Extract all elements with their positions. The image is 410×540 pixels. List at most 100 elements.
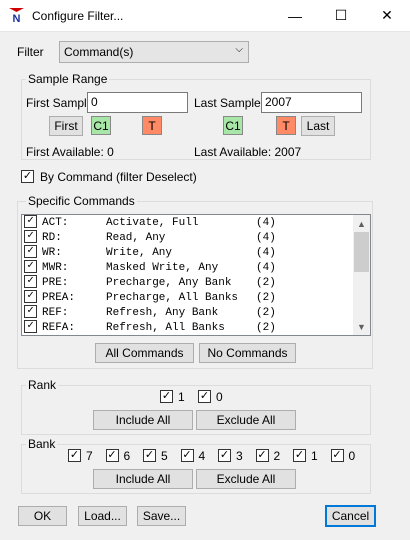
command-checkbox[interactable]: ✓ [24,290,37,303]
command-description: Refresh, All Banks [106,322,225,334]
command-description: Activate, Full [106,217,199,229]
list-item[interactable]: ✓ REF: Refresh, Any Bank (2) [24,305,276,321]
scroll-thumb[interactable] [354,232,369,272]
bank-4-checkbox[interactable]: ✓ [180,449,194,462]
load-button[interactable]: Load... [78,506,127,526]
last-sample-label: Last Sample [194,96,261,110]
first-sample-input[interactable]: 0 [87,92,188,113]
bank-3-label: 3 [236,449,243,463]
command-count: (4) [256,247,276,259]
command-code: PRE: [42,277,69,289]
bank-0-checkbox[interactable]: ✓ [330,449,344,462]
list-item[interactable]: ✓ RD: Read, Any (4) [24,230,276,246]
filter-label: Filter [17,45,44,59]
last-available-text: Last Available: 2007 [194,145,302,159]
filter-dropdown[interactable]: Command(s) ⌵ [59,41,249,63]
rank-0-label: 0 [216,390,223,404]
no-commands-button[interactable]: No Commands [199,343,296,363]
app-logo-icon: N [9,8,24,23]
first-button[interactable]: First [49,116,83,136]
list-item[interactable]: ✓ WR: Write, Any (4) [24,245,276,261]
first-sample-label: First Sample [26,96,94,110]
bank-2-label: 2 [273,449,281,463]
command-count: (4) [256,217,276,229]
command-checkbox[interactable]: ✓ [24,245,37,258]
command-checkbox[interactable]: ✓ [24,215,37,228]
maximize-icon[interactable]: ☐ [318,0,364,31]
bank-1-checkbox[interactable]: ✓ [293,449,306,462]
command-count: (2) [256,322,276,334]
ok-button[interactable]: OK [18,506,67,526]
rank-include-all-button[interactable]: Include All [93,410,193,430]
save-button[interactable]: Save... [137,506,186,526]
cancel-button[interactable]: Cancel [325,505,376,527]
filter-value: Command(s) [64,45,134,59]
last-t-button[interactable]: T [276,116,296,135]
command-count: (2) [256,292,276,304]
bank-6-label: 6 [123,449,131,463]
bank-exclude-all-button[interactable]: Exclude All [196,469,296,489]
bank-label: Bank [26,437,58,451]
bank-0-label: 0 [348,449,356,463]
window-title: Configure Filter... [32,9,124,23]
command-description: Refresh, Any Bank [106,307,219,319]
command-checkbox[interactable]: ✓ [24,305,37,318]
bank-6-checkbox[interactable]: ✓ [105,449,119,462]
rank-0-checkbox[interactable]: ✓ [198,390,211,403]
last-sample-input[interactable]: 2007 [261,92,362,113]
command-description: Write, Any [106,247,173,259]
scroll-up-icon[interactable]: ▲ [353,215,370,232]
minimize-icon[interactable]: — [272,0,318,31]
last-c1-button[interactable]: C1 [223,116,243,135]
command-code: REFA: [42,322,76,334]
first-t-button[interactable]: T [142,116,162,135]
command-list[interactable]: ✓ ACT: Activate, Full (4) ✓ RD: Read, Any (4) ✓ W… [21,214,371,336]
specific-commands-label: Specific Commands [26,194,137,208]
last-button[interactable]: Last [301,116,335,136]
bank-include-all-button[interactable]: Include All [93,469,193,489]
by-command-label: By Command (filter Deselect) [40,170,197,184]
list-item[interactable]: ✓ ACT: Activate, Full (4) [24,215,276,231]
command-code: WR: [42,247,62,259]
command-code: ACT: [42,217,69,229]
command-checkbox[interactable]: ✓ [24,230,37,243]
command-code: MWR: [42,262,69,274]
bank-7-label: 7 [86,449,93,463]
command-code: REF: [42,307,69,319]
list-item[interactable]: ✓ MWR: Masked Write, Any (4) [24,260,276,276]
chevron-down-icon: ⌵ [235,44,243,55]
rank-exclude-all-button[interactable]: Exclude All [196,410,296,430]
command-description: Masked Write, Any [106,262,219,274]
bank-1-label: 1 [311,449,318,463]
command-checkbox[interactable]: ✓ [24,320,37,333]
list-item[interactable]: ✓ PREA: Precharge, All Banks (2) [24,290,276,306]
command-checkbox[interactable]: ✓ [24,275,37,288]
svg-text:N: N [13,13,21,23]
command-count: (2) [256,277,276,289]
first-c1-button[interactable]: C1 [91,116,111,135]
rank-label: Rank [26,378,59,392]
sample-range-label: Sample Range [26,72,110,86]
command-count: (2) [256,307,276,319]
bank-4-label: 4 [198,449,206,463]
command-description: Read, Any [106,232,166,244]
list-item[interactable]: ✓ REFA: Refresh, All Banks (2) [24,320,276,335]
all-commands-button[interactable]: All Commands [95,343,194,363]
by-command-checkbox[interactable]: ✓ [21,170,34,183]
command-code: PREA: [42,292,76,304]
bank-3-checkbox[interactable]: ✓ [218,449,231,462]
scroll-down-icon[interactable]: ▼ [353,318,370,335]
bank-7-checkbox[interactable]: ✓ [68,449,81,462]
list-item[interactable]: ✓ PRE: Precharge, Any Bank (2) [24,275,276,291]
first-available-text: First Available: 0 [26,145,114,159]
rank-1-label: 1 [178,390,185,404]
command-checkbox[interactable]: ✓ [24,260,37,273]
close-icon[interactable]: ✕ [364,0,410,31]
command-list-scrollbar[interactable]: ▲ ▼ [353,215,370,335]
command-count: (4) [256,232,276,244]
bank-5-checkbox[interactable]: ✓ [143,449,156,462]
rank-1-checkbox[interactable]: ✓ [160,390,173,403]
bank-2-checkbox[interactable]: ✓ [255,449,269,462]
bank-5-label: 5 [161,449,168,463]
command-description: Precharge, Any Bank [106,277,232,289]
